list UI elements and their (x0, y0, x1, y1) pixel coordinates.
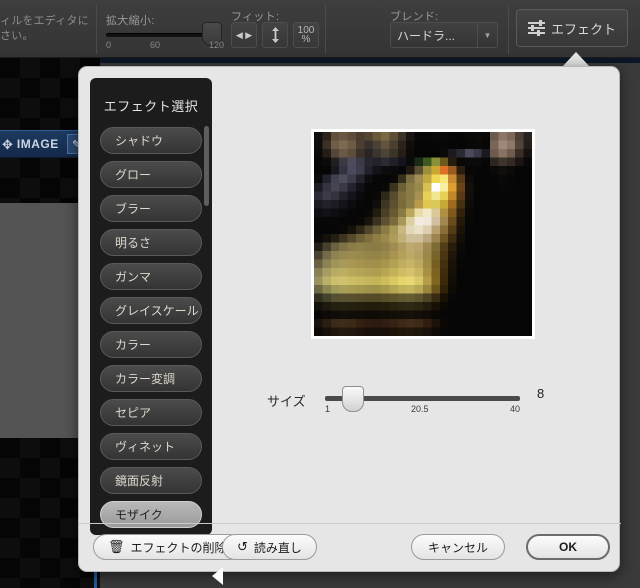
zoom-tick-min: 0 (106, 40, 112, 50)
effect-item-label: セピア (115, 406, 152, 420)
size-tick-max: 40 (510, 404, 521, 414)
size-label: サイズ (267, 394, 306, 409)
refresh-icon: ↺ (237, 539, 248, 554)
size-tick-min: 1 (325, 404, 331, 414)
effect-list-item[interactable]: カラー変調 (100, 365, 202, 392)
effect-list-item[interactable]: 明るさ (100, 229, 202, 256)
fit-height-icon[interactable] (262, 22, 288, 48)
zoom-slider[interactable] (106, 22, 222, 46)
toolbar-separator-2 (325, 4, 326, 54)
zoom-tick-mid: 60 (150, 40, 161, 50)
ok-button[interactable]: OK (526, 534, 610, 560)
effect-item-label: ヴィネット (115, 440, 176, 454)
top-toolbar: ィルをエディタに さい。 拡大縮小: 0 60 120 フィット: ◀ ▶ 10… (0, 0, 640, 58)
effect-list-item[interactable]: 鏡面反射 (100, 467, 202, 494)
dialog-footer: 🗑 エフェクトの削除 ↺ 読み直し キャンセル OK (79, 523, 621, 571)
zoom-actual-size-button[interactable]: 100 % (293, 22, 319, 48)
size-tick-mid: 20.5 (411, 404, 429, 414)
effect-item-label: カラー変調 (115, 372, 176, 386)
toolbar-separator-1 (96, 4, 97, 54)
effect-list-items: シャドウグローブラー明るさガンマグレイスケール カラーカラー変調セピアヴィネット鏡… (90, 127, 212, 528)
cancel-button[interactable]: キャンセル (411, 534, 505, 560)
blend-mode-dropdown[interactable]: ハードラ... ▼ (390, 22, 498, 48)
toolbar-separator-3 (508, 4, 509, 54)
size-slider-ticks: 1 20.5 40 (325, 404, 525, 418)
effect-dialog: エフェクト選択 シャドウグローブラー明るさガンマグレイスケール カラーカラー変調セ… (78, 66, 621, 585)
app-root: ✥ IMAGE ✎ ィルをエディタに さい。 拡大縮小: 0 60 120 フィ… (0, 0, 640, 588)
delete-effect-button[interactable]: 🗑 エフェクトの削除 (93, 534, 242, 560)
preview-image (314, 132, 532, 336)
effect-item-label: ブラー (115, 202, 152, 216)
effect-item-label: カラー (115, 338, 152, 352)
effect-list-item[interactable]: ヴィネット (100, 433, 202, 460)
ok-label: OK (559, 540, 577, 554)
effect-list-item[interactable]: ブラー (100, 195, 202, 222)
zoom-label: 拡大縮小: (106, 15, 155, 27)
effect-list-scroll-thumb[interactable] (204, 126, 209, 206)
zoom-slider-ticks: 0 60 120 (106, 40, 231, 52)
delete-effect-label: エフェクトの削除 (130, 540, 227, 555)
size-slider-row: サイズ 1 20.5 40 8 (267, 384, 607, 420)
fit-percent-symbol: % (301, 34, 311, 45)
fit-height-arrows-icon (271, 27, 279, 43)
effect-item-label: 明るさ (115, 236, 152, 250)
sliders-icon (527, 20, 545, 36)
chevron-down-icon[interactable]: ▼ (477, 23, 497, 47)
effect-item-label: グレイスケール (115, 304, 199, 318)
effect-preview (311, 129, 535, 339)
trash-icon: 🗑 (108, 539, 125, 554)
layer-name-label: IMAGE (16, 137, 59, 151)
effect-list-item[interactable]: シャドウ (100, 127, 202, 154)
drop-hint-line-1: ィルをエディタに (0, 15, 88, 27)
move-icon: ✥ (2, 136, 13, 152)
fit-width-icon[interactable]: ◀ ▶ (231, 22, 257, 48)
zoom-tick-max: 120 (209, 40, 225, 50)
popover-arrow-icon (562, 52, 590, 67)
effect-item-label: シャドウ (115, 134, 164, 148)
reload-button[interactable]: ↺ 読み直し (222, 534, 317, 560)
effect-list-item[interactable]: カラー (100, 331, 202, 358)
effect-item-label: モザイク (115, 508, 163, 522)
effect-list-item[interactable]: セピア (100, 399, 202, 426)
reload-label: 読み直し (253, 540, 302, 555)
effect-button-label: エフェクト (550, 21, 616, 37)
effect-list-item[interactable]: グロー (100, 161, 202, 188)
size-value: 8 (537, 386, 545, 401)
effect-list-scrollbar[interactable] (204, 126, 209, 526)
drop-hint-line-2: さい。 (0, 30, 34, 42)
effect-item-label: 鏡面反射 (115, 474, 164, 488)
blend-mode-value: ハードラ... (397, 28, 456, 43)
effect-list-title: エフェクト選択 (103, 99, 199, 114)
effect-item-label: グロー (115, 168, 152, 182)
cancel-label: キャンセル (427, 540, 488, 555)
drop-file-hint: ィルをエディタに さい。 (0, 14, 88, 44)
effect-list-item[interactable]: グレイスケール (100, 297, 202, 324)
effect-list-panel: エフェクト選択 シャドウグローブラー明るさガンマグレイスケール カラーカラー変調セ… (90, 78, 212, 535)
fit-button-group: ◀ ▶ 100 % (231, 22, 319, 48)
effect-item-label: ガンマ (115, 270, 152, 284)
effect-button[interactable]: エフェクト (516, 9, 628, 47)
effect-list-item[interactable]: ガンマ (100, 263, 202, 290)
